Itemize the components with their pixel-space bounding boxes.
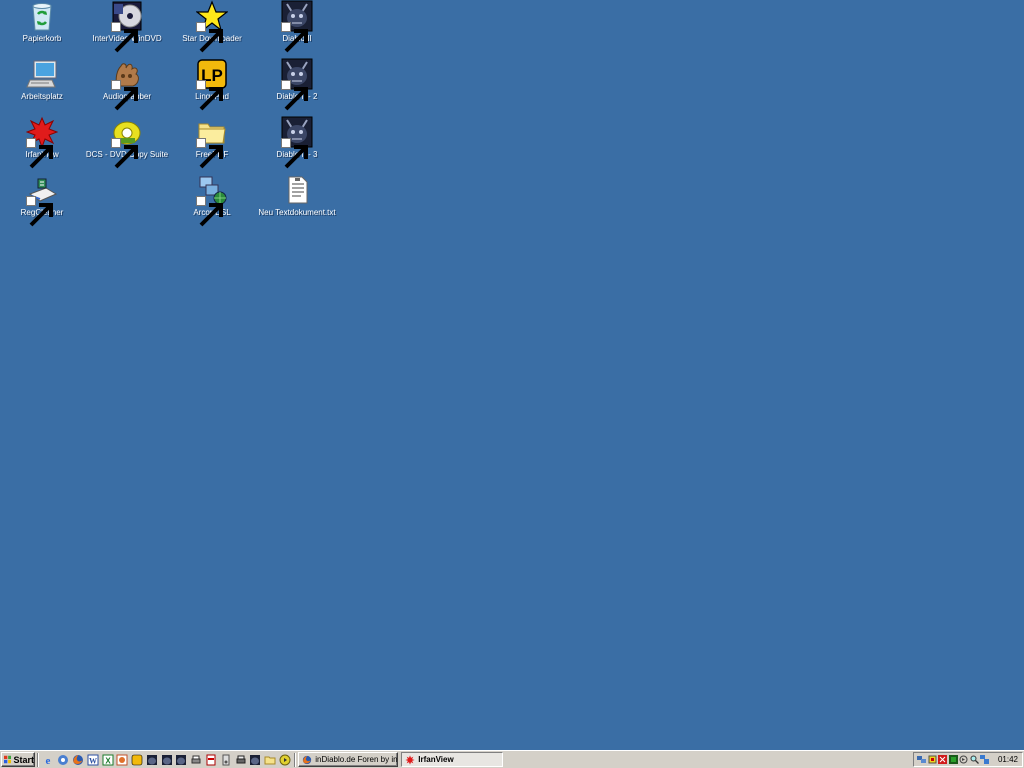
desktop-icon-freepdf[interactable]: FreePDF bbox=[170, 116, 254, 169]
device-icon[interactable] bbox=[220, 754, 232, 766]
task-button-firefox[interactable]: inDiablo.de Foren by inG... bbox=[298, 752, 399, 767]
word-icon[interactable]: W bbox=[87, 754, 99, 766]
desktop-icon-textdokument[interactable]: Neu Textdokument.txt bbox=[255, 174, 339, 218]
desktop-icon-dcs[interactable]: DCS - DVD Copy Suite bbox=[85, 116, 169, 169]
diablo-icon bbox=[281, 58, 313, 111]
diablo-icon[interactable] bbox=[161, 754, 173, 766]
diablo-icon bbox=[281, 116, 313, 169]
desktop-icon-papierkorb[interactable]: Papierkorb bbox=[0, 0, 84, 44]
shortcut-arrow-icon bbox=[26, 196, 53, 227]
shortcut-arrow-icon bbox=[196, 138, 223, 169]
desktop-icon-lingopad[interactable]: LP LingoPad bbox=[170, 58, 254, 111]
desktop-icon-diablo-ii[interactable]: Diablo II bbox=[255, 0, 339, 53]
recycle-bin-icon bbox=[26, 0, 58, 32]
svg-text:X: X bbox=[105, 756, 111, 765]
start-label: Start bbox=[13, 754, 34, 765]
shortcut-arrow-icon bbox=[111, 138, 138, 169]
dvd-copy-icon bbox=[111, 116, 143, 169]
task-label: inDiablo.de Foren by inG... bbox=[315, 755, 398, 764]
desktop-icon-irfanview[interactable]: IrfanView bbox=[0, 116, 84, 169]
windows-logo-icon bbox=[4, 755, 12, 764]
powerpoint-icon[interactable] bbox=[116, 754, 128, 766]
desktop-icon-audiograbber[interactable]: Audiograbber bbox=[85, 58, 169, 111]
desktop-icon-label: Neu Textdokument.txt bbox=[258, 208, 336, 217]
shortcut-arrow-icon bbox=[196, 22, 223, 53]
taskbar-separator bbox=[37, 752, 39, 767]
desktop-icon-label: Arbeitsplatz bbox=[21, 92, 63, 101]
regcleaner-icon bbox=[26, 174, 58, 227]
diablo-icon[interactable] bbox=[249, 754, 261, 766]
desktop-icon-diablo-ii-3[interactable]: Diablo II - 3 bbox=[255, 116, 339, 169]
desktop-icon-intervideo[interactable]: InterVideo WinDVD bbox=[85, 0, 169, 53]
taskbar: Start e W X inDiablo.de Foren by inG... … bbox=[0, 750, 1024, 768]
audiograbber-icon bbox=[111, 58, 143, 111]
dvd-player-icon bbox=[111, 0, 143, 53]
system-tray: 01:42 bbox=[913, 752, 1023, 767]
start-button[interactable]: Start bbox=[1, 752, 35, 767]
desktop-icon-stardownloader[interactable]: Star Downloader bbox=[170, 0, 254, 53]
shortcut-arrow-icon bbox=[196, 80, 223, 111]
sound-tray-icon[interactable] bbox=[959, 755, 968, 764]
firefox-icon[interactable] bbox=[72, 754, 84, 766]
task-label: IrfanView bbox=[418, 755, 454, 764]
clock[interactable]: 01:42 bbox=[998, 755, 1018, 764]
search-tray-icon[interactable] bbox=[970, 755, 979, 764]
network-tray-icon[interactable] bbox=[917, 755, 926, 764]
desktop-icon-diablo-ii-2[interactable]: Diablo II - 2 bbox=[255, 58, 339, 111]
shortcut-arrow-icon bbox=[26, 138, 53, 169]
desktop-icon-arbeitsplatz[interactable]: Arbeitsplatz bbox=[0, 58, 84, 102]
svg-text:W: W bbox=[89, 756, 97, 765]
outlook-icon[interactable] bbox=[57, 754, 69, 766]
shortcut-arrow-icon bbox=[281, 138, 308, 169]
network-connection-tray-icon[interactable] bbox=[980, 755, 989, 764]
shortcut-arrow-icon bbox=[111, 80, 138, 111]
media-player-icon[interactable] bbox=[279, 754, 291, 766]
taskbar-separator bbox=[294, 752, 297, 767]
shortcut-arrow-icon bbox=[281, 22, 308, 53]
lingopad-icon: LP bbox=[196, 58, 228, 111]
task-button-irfanview[interactable]: IrfanView bbox=[401, 752, 504, 767]
monitor-tray-icon[interactable] bbox=[948, 755, 958, 764]
desktop: Papierkorb Arbeitsplatz IrfanView RegCle… bbox=[0, 0, 1024, 750]
star-icon bbox=[196, 0, 228, 53]
diablo-icon[interactable] bbox=[175, 754, 187, 766]
desktop-icon-regcleaner[interactable]: RegCleaner bbox=[0, 174, 84, 227]
lingopad-icon[interactable] bbox=[131, 754, 143, 766]
diablo-icon bbox=[281, 0, 313, 53]
irfanview-tray-icon[interactable] bbox=[938, 755, 947, 764]
folder-icon bbox=[196, 116, 228, 169]
shortcut-arrow-icon bbox=[196, 196, 223, 227]
printer-icon[interactable] bbox=[235, 754, 247, 766]
desktop-icon-arcordsl[interactable]: Arcor-DSL bbox=[170, 174, 254, 227]
irfanview-icon bbox=[26, 116, 58, 169]
firefox-icon bbox=[303, 755, 312, 764]
folder-icon[interactable] bbox=[264, 754, 276, 766]
desktop-icon-label: Papierkorb bbox=[22, 34, 62, 43]
internet-explorer-icon[interactable]: e bbox=[42, 754, 54, 766]
antivirus-tray-icon[interactable] bbox=[928, 755, 937, 764]
shortcut-arrow-icon bbox=[111, 22, 138, 53]
irfanview-icon bbox=[405, 754, 415, 765]
excel-icon[interactable]: X bbox=[102, 754, 114, 766]
shortcut-arrow-icon bbox=[281, 80, 308, 111]
my-computer-icon bbox=[26, 58, 58, 90]
network-icon bbox=[196, 174, 228, 227]
text-document-icon bbox=[281, 174, 313, 206]
pdf-icon[interactable] bbox=[205, 754, 217, 766]
diablo-icon[interactable] bbox=[146, 754, 158, 766]
svg-text:e: e bbox=[46, 755, 51, 766]
quick-launch-bar: e W X bbox=[41, 752, 292, 768]
printer-icon[interactable] bbox=[190, 754, 202, 766]
